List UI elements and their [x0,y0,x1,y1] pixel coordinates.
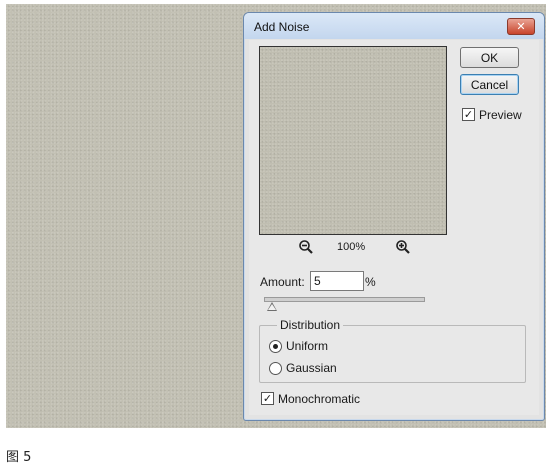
gaussian-radio[interactable] [269,362,282,375]
preview-label: Preview [479,108,522,122]
dialog-title: Add Noise [254,20,310,34]
close-button[interactable]: ✕ [507,18,535,35]
amount-label: Amount: [260,275,305,289]
zoom-level: 100% [337,241,366,253]
checkmark-icon: ✓ [262,392,273,405]
amount-slider-thumb[interactable] [266,302,277,311]
amount-slider-track[interactable] [264,297,425,302]
figure-caption: 图 5 [6,450,32,465]
distribution-legend: Distribution [277,318,344,332]
cancel-button[interactable]: Cancel [460,74,519,95]
amount-input[interactable]: 5 [310,271,364,291]
dialog-body: 100% OK Cancel ✓ Preview Amount: 5 % Dis… [249,40,539,415]
monochromatic-checkbox[interactable]: ✓ [261,392,274,405]
close-icon: ✕ [516,20,526,33]
preview-checkbox[interactable]: ✓ [462,108,475,121]
dialog-titlebar[interactable]: Add Noise ✕ [244,13,544,39]
uniform-label[interactable]: Uniform [286,339,328,353]
zoom-in-icon[interactable] [395,239,411,255]
monochromatic-label[interactable]: Monochromatic [278,392,360,406]
zoom-out-icon[interactable] [298,239,314,255]
checkmark-icon: ✓ [463,108,474,121]
gaussian-label[interactable]: Gaussian [286,361,337,375]
distribution-group: Distribution Uniform Gaussian [259,318,526,383]
ok-button[interactable]: OK [460,47,519,68]
uniform-radio[interactable] [269,340,282,353]
add-noise-dialog: Add Noise ✕ 100% OK Cancel ✓ Preview Amo… [243,12,545,421]
preview-image[interactable] [259,46,447,235]
amount-unit: % [365,275,376,289]
